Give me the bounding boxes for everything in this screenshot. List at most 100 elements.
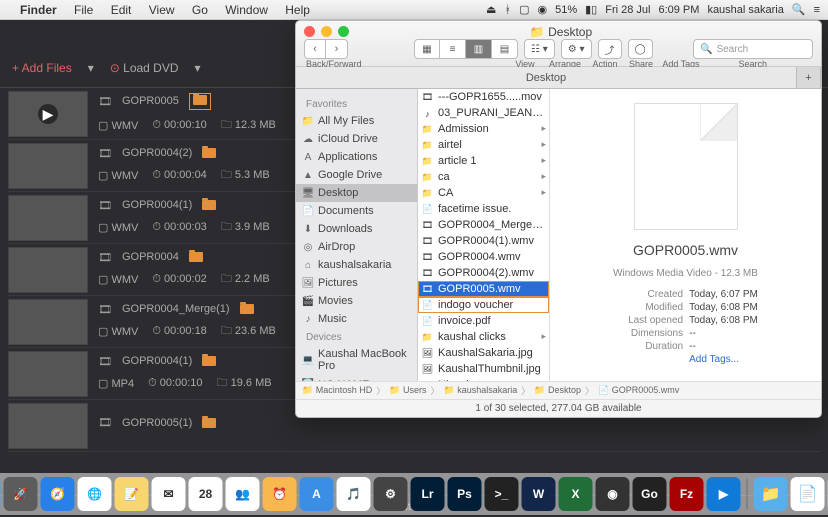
- wifi-icon[interactable]: ◉: [537, 3, 547, 16]
- file-item[interactable]: 🖼KaushalThumbnil.jpg: [418, 361, 549, 377]
- dock-app[interactable]: ◉: [596, 477, 630, 511]
- dock-app[interactable]: 🚀: [4, 477, 38, 511]
- file-item[interactable]: 🖼KaushalSakaria.jpg: [418, 345, 549, 361]
- dock-app[interactable]: Lr: [411, 477, 445, 511]
- thumbnail[interactable]: [8, 91, 88, 137]
- menu-go[interactable]: Go: [192, 3, 208, 17]
- dock-app[interactable]: Ps: [448, 477, 482, 511]
- path-segment[interactable]: 📄 GOPR0005.wmv: [598, 385, 679, 396]
- dock-app[interactable]: W: [522, 477, 556, 511]
- action-button[interactable]: ⚙ ▾: [561, 39, 592, 59]
- file-item[interactable]: 🎞GOPR0004_Merge(1).wmv: [418, 217, 549, 233]
- file-item[interactable]: 📄facetime issue.: [418, 201, 549, 217]
- sidebar-item-music[interactable]: ♪Music: [296, 310, 417, 328]
- sidebar-item-all-my-files[interactable]: 📁All My Files: [296, 112, 417, 130]
- format-badge[interactable]: ▢ WMV: [98, 119, 138, 132]
- icon-view-button[interactable]: ▦: [414, 39, 440, 59]
- user[interactable]: kaushal sakaria: [707, 4, 783, 16]
- sidebar-item-kaushal-macbook-pro[interactable]: 💻Kaushal MacBook Pro: [296, 345, 417, 375]
- sidebar-item-kaushalsakaria[interactable]: ⌂kaushalsakaria: [296, 256, 417, 274]
- file-item[interactable]: 📁airtel▸: [418, 137, 549, 153]
- file-item[interactable]: 🎞GOPR0005.wmv: [418, 281, 549, 297]
- menu-view[interactable]: View: [149, 3, 175, 17]
- file-item[interactable]: 📄invoice.pdf: [418, 313, 549, 329]
- forward-button[interactable]: ›: [326, 39, 348, 59]
- add-tags-link[interactable]: Add Tags...: [689, 354, 739, 365]
- menu-window[interactable]: Window: [225, 3, 268, 17]
- dock-app[interactable]: 👥: [226, 477, 260, 511]
- path-segment[interactable]: 📁 Desktop: [534, 385, 581, 396]
- format-badge[interactable]: ▢ WMV: [98, 221, 138, 234]
- add-files-button[interactable]: + Add Files: [12, 61, 72, 75]
- dock-app[interactable]: A: [300, 477, 334, 511]
- thumbnail[interactable]: [8, 195, 88, 241]
- file-item[interactable]: 🎞GOPR0004(2).wmv: [418, 265, 549, 281]
- dock-app[interactable]: 🎵: [337, 477, 371, 511]
- sidebar-item-pictures[interactable]: 🖼Pictures: [296, 274, 417, 292]
- load-dvd-button[interactable]: ⊙ Load DVD: [110, 61, 179, 75]
- path-segment[interactable]: 📁 kaushalsakaria: [443, 385, 517, 396]
- share-button[interactable]: ⤴: [598, 39, 622, 59]
- format-badge[interactable]: ▢ WMV: [98, 273, 138, 286]
- file-item[interactable]: 📄indogo voucher: [418, 297, 549, 313]
- file-item[interactable]: 📁ca▸: [418, 169, 549, 185]
- dock-app[interactable]: >_: [485, 477, 519, 511]
- cloud-icon[interactable]: ⏏: [486, 3, 496, 16]
- dock-app[interactable]: ⏰: [263, 477, 297, 511]
- file-item[interactable]: ♪03_PURANI_JEANS.mp3: [418, 105, 549, 121]
- dock-app[interactable]: ⚙: [374, 477, 408, 511]
- dock-app[interactable]: 🌐: [78, 477, 112, 511]
- tab-desktop[interactable]: Desktop: [296, 67, 797, 88]
- menu-edit[interactable]: Edit: [111, 3, 132, 17]
- sidebar-item-movies[interactable]: 🎬Movies: [296, 292, 417, 310]
- notif-icon[interactable]: ≡: [814, 4, 820, 16]
- dock-app[interactable]: ▶: [707, 477, 741, 511]
- airplay-icon[interactable]: ▢: [519, 3, 529, 16]
- file-item[interactable]: 🎞GOPR0004.wmv: [418, 249, 549, 265]
- bluetooth-icon[interactable]: ᚼ: [504, 4, 511, 16]
- thumbnail[interactable]: [8, 143, 88, 189]
- dock-app[interactable]: Go: [633, 477, 667, 511]
- file-item[interactable]: 📁kaushal clicks▸: [418, 329, 549, 345]
- dock-item[interactable]: 📁: [754, 477, 788, 511]
- sidebar-item-icloud-drive[interactable]: ☁iCloud Drive: [296, 130, 417, 148]
- sidebar-item-desktop[interactable]: 🖥Desktop: [296, 184, 417, 202]
- menu-app[interactable]: Finder: [20, 3, 57, 17]
- file-item[interactable]: 📁CA▸: [418, 185, 549, 201]
- sidebar-item-google-drive[interactable]: ▲Google Drive: [296, 166, 417, 184]
- format-badge[interactable]: ▢ WMV: [98, 169, 138, 182]
- menu-help[interactable]: Help: [285, 3, 310, 17]
- sidebar-item-airdrop[interactable]: ◎AirDrop: [296, 238, 417, 256]
- file-item[interactable]: 🎞GOPR0004(1).wmv: [418, 233, 549, 249]
- tags-button[interactable]: ◯: [628, 39, 653, 59]
- dock-app[interactable]: X: [559, 477, 593, 511]
- format-badge[interactable]: ▢ WMV: [98, 325, 138, 338]
- search-field[interactable]: 🔍 Search: [693, 39, 813, 59]
- column-view-button[interactable]: ▥: [466, 39, 492, 59]
- thumbnail[interactable]: [8, 299, 88, 345]
- file-item[interactable]: 📁article 1▸: [418, 153, 549, 169]
- file-item[interactable]: 📁Admission▸: [418, 121, 549, 137]
- eject-icon[interactable]: ⏏: [397, 378, 407, 381]
- dock-app[interactable]: 📝: [115, 477, 149, 511]
- path-segment[interactable]: 📁 Macintosh HD: [302, 385, 372, 396]
- back-button[interactable]: ‹: [304, 39, 326, 59]
- dock-app[interactable]: 🧭: [41, 477, 75, 511]
- thumbnail[interactable]: [8, 351, 88, 397]
- menu-file[interactable]: File: [74, 3, 93, 17]
- list-view-button[interactable]: ≡: [440, 39, 466, 59]
- sidebar-item-documents[interactable]: 📄Documents: [296, 202, 417, 220]
- gallery-view-button[interactable]: ▤: [492, 39, 518, 59]
- thumbnail[interactable]: [8, 247, 88, 293]
- new-tab-button[interactable]: +: [797, 67, 821, 88]
- file-item[interactable]: 🎞---GOPR1655.....mov: [418, 89, 549, 105]
- dock-app[interactable]: ☺: [0, 477, 1, 511]
- battery-icon[interactable]: ▮▯: [585, 3, 597, 16]
- dock-app[interactable]: 28: [189, 477, 223, 511]
- sidebar-item-no-name[interactable]: 💽NO NAME ⏏: [296, 375, 417, 381]
- format-badge[interactable]: ▢ MP4: [98, 377, 134, 390]
- search-icon[interactable]: 🔍: [792, 3, 806, 16]
- thumbnail[interactable]: [8, 403, 88, 449]
- sidebar-item-downloads[interactable]: ⬇Downloads: [296, 220, 417, 238]
- dock-item[interactable]: 📄: [791, 477, 825, 511]
